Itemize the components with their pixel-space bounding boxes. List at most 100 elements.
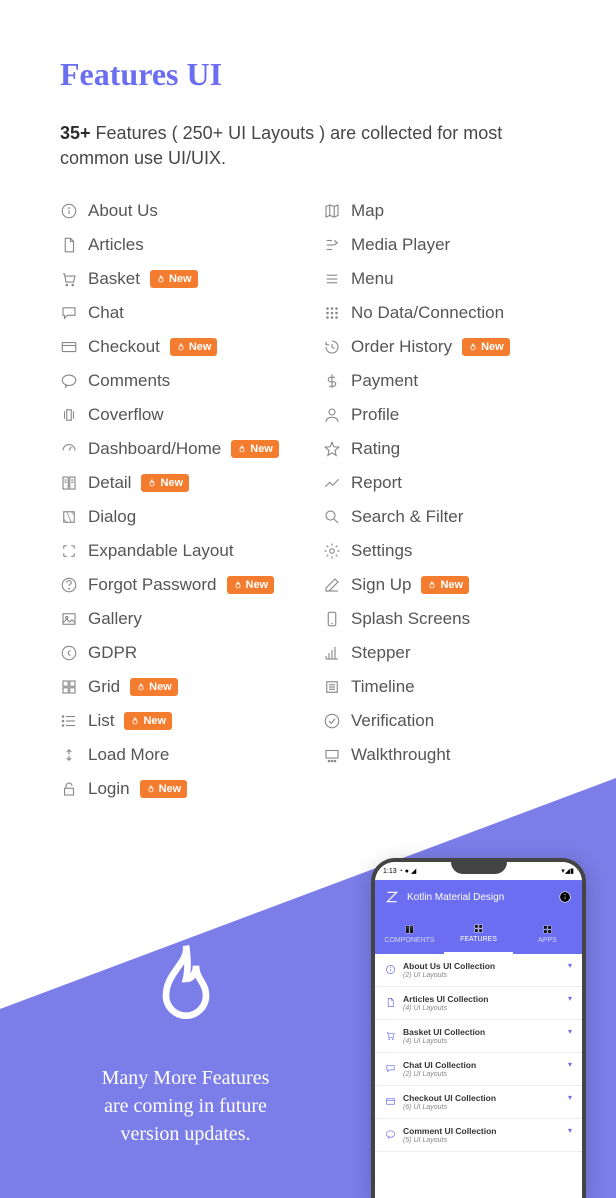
feature-item[interactable]: Chat (60, 303, 293, 323)
feature-item[interactable]: Splash Screens (323, 609, 556, 629)
collection-title: Articles UI Collection (403, 994, 561, 1004)
bottom-text: Many More Features are coming in future … (30, 1064, 341, 1148)
timeline-icon (323, 678, 341, 696)
feature-item[interactable]: LoginNew (60, 779, 293, 799)
feature-item[interactable]: DetailNew (60, 473, 293, 493)
chevron-down-icon: ▾ (568, 994, 572, 1003)
feature-item[interactable]: Gallery (60, 609, 293, 629)
feature-item[interactable]: Walkthrought (323, 745, 556, 765)
subtitle-text: Features ( 250+ UI Layouts ) are collect… (60, 123, 502, 168)
feature-item[interactable]: Settings (323, 541, 556, 561)
phone-icon (323, 610, 341, 628)
feature-item[interactable]: Stepper (323, 643, 556, 663)
feature-item[interactable]: Dashboard/HomeNew (60, 439, 293, 459)
chevron-down-icon: ▾ (568, 961, 572, 970)
feature-item[interactable]: ListNew (60, 711, 293, 731)
feature-item[interactable]: No Data/Connection (323, 303, 556, 323)
info-icon[interactable] (558, 890, 572, 904)
feature-label: Grid (88, 677, 120, 697)
app-bar: Kotlin Material Design (375, 880, 582, 914)
feature-item[interactable]: Report (323, 473, 556, 493)
feature-item[interactable]: Order HistoryNew (323, 337, 556, 357)
feature-item[interactable]: Profile (323, 405, 556, 425)
help-icon (60, 576, 78, 594)
feature-label: Menu (351, 269, 394, 289)
list-icon (60, 712, 78, 730)
collection-item[interactable]: Chat UI Collection(2) UI Layouts▾ (375, 1053, 582, 1086)
feature-item[interactable]: Timeline (323, 677, 556, 697)
collection-subtitle: (2) UI Layouts (403, 972, 561, 979)
tab-components[interactable]: COMPONENTS (375, 914, 444, 954)
new-badge: New (170, 338, 218, 356)
feature-label: Articles (88, 235, 144, 255)
feature-item[interactable]: Expandable Layout (60, 541, 293, 561)
collection-title: Basket UI Collection (403, 1027, 561, 1037)
feature-item[interactable]: Sign UpNew (323, 575, 556, 595)
collection-title: Comment UI Collection (403, 1126, 561, 1136)
tab-apps[interactable]: APPS (513, 914, 582, 954)
feature-label: Map (351, 201, 384, 221)
feature-item[interactable]: Search & Filter (323, 507, 556, 527)
feature-label: Comments (88, 371, 170, 391)
feature-column-left: About Us Articles BasketNew Chat Checkout New… (60, 201, 293, 813)
feature-label: Settings (351, 541, 412, 561)
new-badge: New (141, 474, 189, 492)
collection-item[interactable]: Checkout UI Collection(6) UI Layouts▾ (375, 1086, 582, 1119)
feature-item[interactable]: Rating (323, 439, 556, 459)
feature-item[interactable]: Grid New (60, 677, 293, 697)
chevron-down-icon: ▾ (568, 1027, 572, 1036)
feature-item[interactable]: Payment (323, 371, 556, 391)
feature-item[interactable]: About Us (60, 201, 293, 221)
status-right: ▾◢▮ (561, 867, 574, 875)
collection-item[interactable]: About Us UI Collection(2) UI Layouts ▾ (375, 954, 582, 987)
user-icon (323, 406, 341, 424)
app-logo-icon (385, 890, 399, 904)
feature-label: Checkout (88, 337, 160, 357)
collection-item[interactable]: Articles UI Collection(4) UI Layouts ▾ (375, 987, 582, 1020)
comment-icon (60, 372, 78, 390)
feature-item[interactable]: Menu (323, 269, 556, 289)
history-icon (323, 338, 341, 356)
collection-item[interactable]: Basket UI Collection(4) UI Layouts ▾ (375, 1020, 582, 1053)
check-icon (323, 712, 341, 730)
feature-label: Sign Up (351, 575, 411, 595)
feature-item[interactable]: BasketNew (60, 269, 293, 289)
card-icon (385, 1094, 396, 1105)
new-badge: New (130, 678, 178, 696)
feature-label: Order History (351, 337, 452, 357)
collection-subtitle: (4) UI Layouts (403, 1005, 561, 1012)
feature-item[interactable]: Load More (60, 745, 293, 765)
feature-label: Media Player (351, 235, 450, 255)
feature-item[interactable]: Checkout New (60, 337, 293, 357)
card-icon (60, 338, 78, 356)
feature-item[interactable]: Comments (60, 371, 293, 391)
chevron-down-icon: ▾ (568, 1060, 572, 1069)
bottom-section: Many More Features are coming in future … (0, 838, 616, 1198)
info-icon (385, 962, 396, 973)
collection-subtitle: (4) UI Layouts (403, 1038, 561, 1045)
tab-features[interactable]: FEATURES (444, 914, 513, 954)
feature-item[interactable]: Dialog (60, 507, 293, 527)
feature-label: Payment (351, 371, 418, 391)
collection-title: About Us UI Collection (403, 961, 561, 971)
page-title: Features UI (60, 56, 556, 93)
feature-item[interactable]: Articles (60, 235, 293, 255)
new-badge: New (140, 780, 188, 798)
feature-item[interactable]: Map (323, 201, 556, 221)
chat-icon (60, 304, 78, 322)
feature-item[interactable]: Coverflow (60, 405, 293, 425)
feature-item[interactable]: Forgot PasswordNew (60, 575, 293, 595)
feature-label: Search & Filter (351, 507, 463, 527)
subtitle-count: 35+ (60, 123, 91, 143)
feature-label: Load More (88, 745, 169, 765)
feature-item[interactable]: Verification (323, 711, 556, 731)
app-title: Kotlin Material Design (407, 892, 550, 903)
feature-item[interactable]: Media Player (323, 235, 556, 255)
feature-label: About Us (88, 201, 158, 221)
comment-icon (385, 1127, 396, 1138)
feature-item[interactable]: GDPR (60, 643, 293, 663)
feature-label: Profile (351, 405, 399, 425)
collection-item[interactable]: Comment UI Collection(5) UI Layouts▾ (375, 1119, 582, 1152)
feature-label: Splash Screens (351, 609, 470, 629)
search-icon (323, 508, 341, 526)
